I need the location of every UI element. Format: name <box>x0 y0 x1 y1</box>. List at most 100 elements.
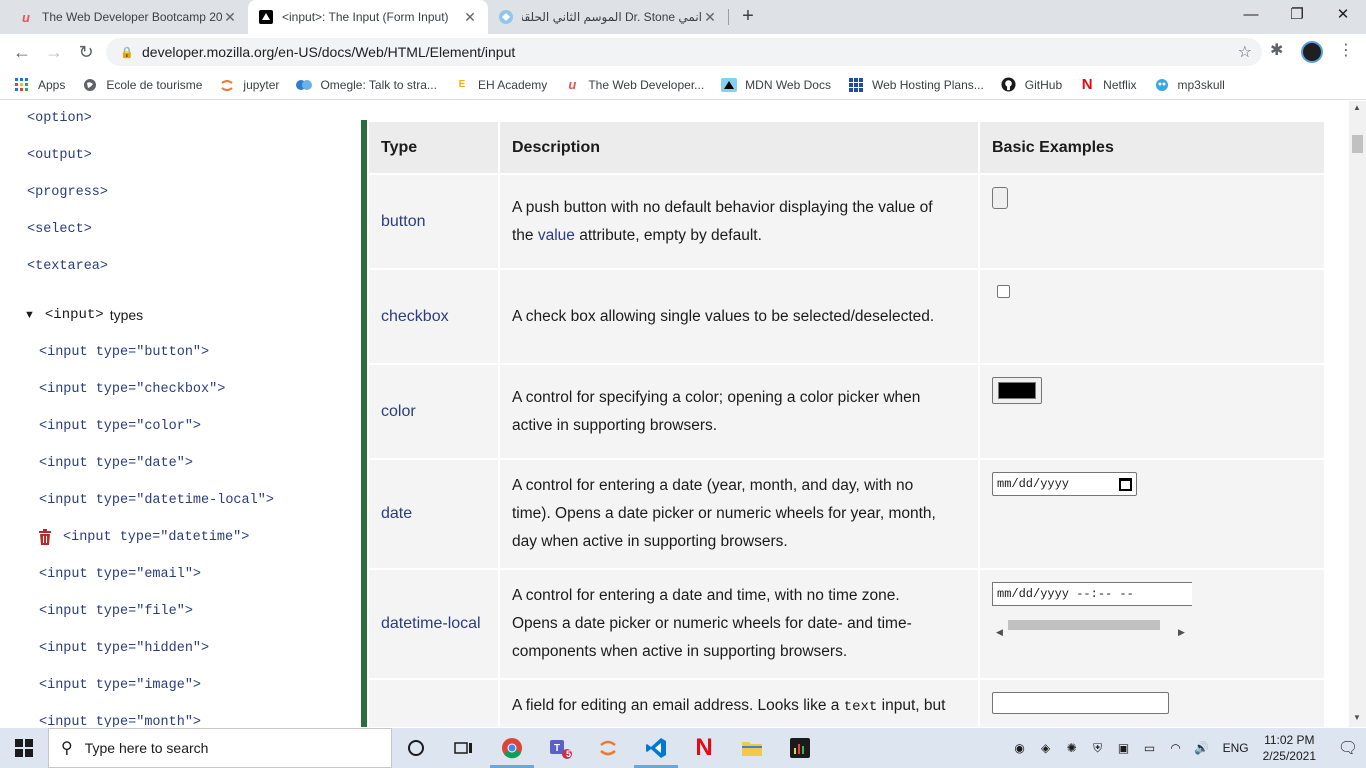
network-globe-icon[interactable]: ◉ <box>1009 741 1031 755</box>
sidebar-item-input-email[interactable]: <input type="email"> <box>39 567 201 582</box>
page-vertical-scrollbar[interactable]: ▲ ▼ <box>1349 101 1366 727</box>
extensions-puzzle-icon[interactable]: ✱ <box>1270 40 1283 60</box>
sidebar-section-input-types[interactable]: ▼ <input> types <box>24 307 143 323</box>
bookmark-netflix[interactable]: N Netflix <box>1079 76 1137 93</box>
cortana-icon[interactable] <box>392 728 440 768</box>
calendar-icon[interactable] <box>1119 477 1132 491</box>
bookmark-eh-academy[interactable]: E EH Academy <box>454 77 548 93</box>
example-color-picker[interactable] <box>992 377 1042 404</box>
sidebar-item-textarea[interactable]: <textarea> <box>27 259 108 274</box>
sidebar-item-input-button[interactable]: <input type="button"> <box>39 345 209 360</box>
scrollbar-thumb[interactable] <box>1008 620 1160 630</box>
example-horizontal-scrollbar[interactable]: ◀ ▶ <box>992 618 1192 637</box>
value-attribute-link[interactable]: value <box>538 227 575 244</box>
bookmark-web-hosting[interactable]: Web Hosting Plans... <box>848 77 984 93</box>
vscode-icon[interactable] <box>632 728 680 768</box>
sidebar-item-output[interactable]: <output> <box>27 148 92 163</box>
chrome-menu-icon[interactable]: ⋮ <box>1338 40 1354 60</box>
description-cell: A push button with no default behavior d… <box>498 173 980 270</box>
jupyter-icon[interactable] <box>584 728 632 768</box>
scroll-left-arrow-icon[interactable]: ◀ <box>996 618 1003 646</box>
display-icon[interactable]: ▣ <box>1113 741 1135 755</box>
teams-icon[interactable]: T 5 <box>536 728 584 768</box>
browser-toolbar: ← → ↻ 🔒 developer.mozilla.org/en-US/docs… <box>0 34 1366 70</box>
sidebar-item-input-datetime-local[interactable]: <input type="datetime-local"> <box>39 493 274 508</box>
address-bar[interactable]: 🔒 developer.mozilla.org/en-US/docs/Web/H… <box>106 38 1262 66</box>
lock-icon: 🔒 <box>120 46 134 59</box>
media-app-icon[interactable] <box>776 728 824 768</box>
page-scrollbar-thumb[interactable] <box>1352 135 1363 153</box>
notification-center-icon[interactable]: 🗨 <box>1330 738 1366 758</box>
sidebar-item-input-checkbox[interactable]: <input type="checkbox"> <box>39 382 225 397</box>
bookmark-mp3skull[interactable]: mp3skull <box>1154 77 1225 93</box>
example-email-input[interactable] <box>992 692 1169 714</box>
sidebar-item-option[interactable]: <option> <box>27 111 92 126</box>
bookmark-omegle[interactable]: Omegle: Talk to stra... <box>296 77 437 93</box>
sidebar-item-input-date[interactable]: <input type="date"> <box>39 456 193 471</box>
sidebar-item-input-datetime[interactable]: <input type="datetime"> <box>63 530 249 545</box>
battery-icon[interactable]: ▭ <box>1139 741 1161 755</box>
table-row: datetime-local A control for entering a … <box>367 568 1324 680</box>
sidebar-item-input-file[interactable]: <input type="file"> <box>39 604 193 619</box>
tab-mdn-input[interactable]: <input>: The Input (Form Input) ✕ <box>248 0 488 34</box>
language-indicator[interactable]: ENG <box>1223 741 1249 755</box>
restore-button[interactable]: ❐ <box>1274 0 1320 32</box>
taskbar-search-box[interactable]: ⚲ Type here to search <box>48 728 392 768</box>
minimize-button[interactable]: — <box>1228 0 1274 32</box>
description-text: A field for editing an email address. Lo… <box>512 697 844 714</box>
profile-avatar[interactable] <box>1301 41 1323 63</box>
chrome-icon[interactable] <box>488 728 536 768</box>
file-explorer-icon[interactable] <box>728 728 776 768</box>
new-tab-button[interactable]: + <box>737 5 759 27</box>
scroll-down-arrow-icon[interactable]: ▼ <box>1353 713 1361 722</box>
bookmark-web-developer[interactable]: u The Web Developer... <box>564 77 704 93</box>
type-link-email[interactable] <box>367 678 500 727</box>
back-arrow-icon[interactable]: ← <box>10 40 34 64</box>
tab-dr-stone[interactable]: انمي Dr. Stone الموسم الثاني الحلقة ✕ <box>488 0 728 34</box>
scroll-right-arrow-icon[interactable]: ▶ <box>1178 618 1185 646</box>
bookmark-ecole-de-tourisme[interactable]: Ecole de tourisme <box>82 77 202 93</box>
security-shield-icon[interactable]: ⛨ <box>1087 741 1109 756</box>
example-button[interactable] <box>992 187 1008 209</box>
sidebar-item-select[interactable]: <select> <box>27 222 92 237</box>
bookmark-star-icon[interactable]: ☆ <box>1238 42 1252 62</box>
bookmark-label: Omegle: Talk to stra... <box>320 77 437 92</box>
eh-academy-icon: E <box>458 79 466 90</box>
close-window-button[interactable]: ✕ <box>1320 0 1366 32</box>
volume-icon[interactable]: 🔊 <box>1191 741 1213 755</box>
type-link-checkbox[interactable]: checkbox <box>367 268 500 365</box>
sidebar-item-input-month[interactable]: <input type="month"> <box>39 715 201 727</box>
bookmark-mdn[interactable]: MDN Web Docs <box>721 77 831 93</box>
example-date-input[interactable]: mm/dd/yyyy <box>992 472 1137 496</box>
example-checkbox[interactable] <box>997 285 1010 298</box>
table-row: A field for editing an email address. Lo… <box>367 678 1324 727</box>
close-tab-icon[interactable]: ✕ <box>222 9 238 26</box>
sidebar-item-progress[interactable]: <progress> <box>27 185 108 200</box>
tab-web-developer-bootcamp[interactable]: u The Web Developer Bootcamp 20 ✕ <box>8 0 248 34</box>
sidebar-item-input-color[interactable]: <input type="color"> <box>39 419 201 434</box>
bookmark-jupyter[interactable]: jupyter <box>219 77 279 93</box>
reload-icon[interactable]: ↻ <box>74 40 98 64</box>
type-link-color[interactable]: color <box>367 363 500 460</box>
type-link-button[interactable]: button <box>367 173 500 270</box>
sidebar-item-input-hidden[interactable]: <input type="hidden"> <box>39 641 209 656</box>
scroll-up-arrow-icon[interactable]: ▲ <box>1353 103 1361 112</box>
teams-tray-icon[interactable]: ◈ <box>1035 741 1057 755</box>
close-tab-icon[interactable]: ✕ <box>702 9 718 26</box>
example-cell: mm/dd/yyyy --:-- -- ◀ ▶ <box>978 568 1324 680</box>
forward-arrow-icon[interactable]: → <box>42 40 66 64</box>
example-datetime-local-input[interactable]: mm/dd/yyyy --:-- -- <box>992 582 1192 606</box>
sidebar-item-input-image[interactable]: <input type="image"> <box>39 678 201 693</box>
app-tray-icon[interactable]: ✺ <box>1061 741 1083 755</box>
bookmark-apps[interactable]: Apps <box>14 77 65 93</box>
bookmark-github[interactable]: GitHub <box>1001 77 1062 93</box>
close-tab-icon[interactable]: ✕ <box>462 9 478 26</box>
type-link-date[interactable]: date <box>367 458 500 570</box>
wifi-icon[interactable]: ◠ <box>1165 741 1187 755</box>
netflix-icon[interactable]: N <box>680 728 728 768</box>
tab-title: <input>: The Input (Form Input) <box>282 10 449 24</box>
type-link-datetime-local[interactable]: datetime-local <box>367 568 500 680</box>
taskbar-clock[interactable]: 11:02 PM 2/25/2021 <box>1263 732 1316 764</box>
task-view-icon[interactable] <box>440 728 488 768</box>
start-button[interactable] <box>0 728 48 768</box>
